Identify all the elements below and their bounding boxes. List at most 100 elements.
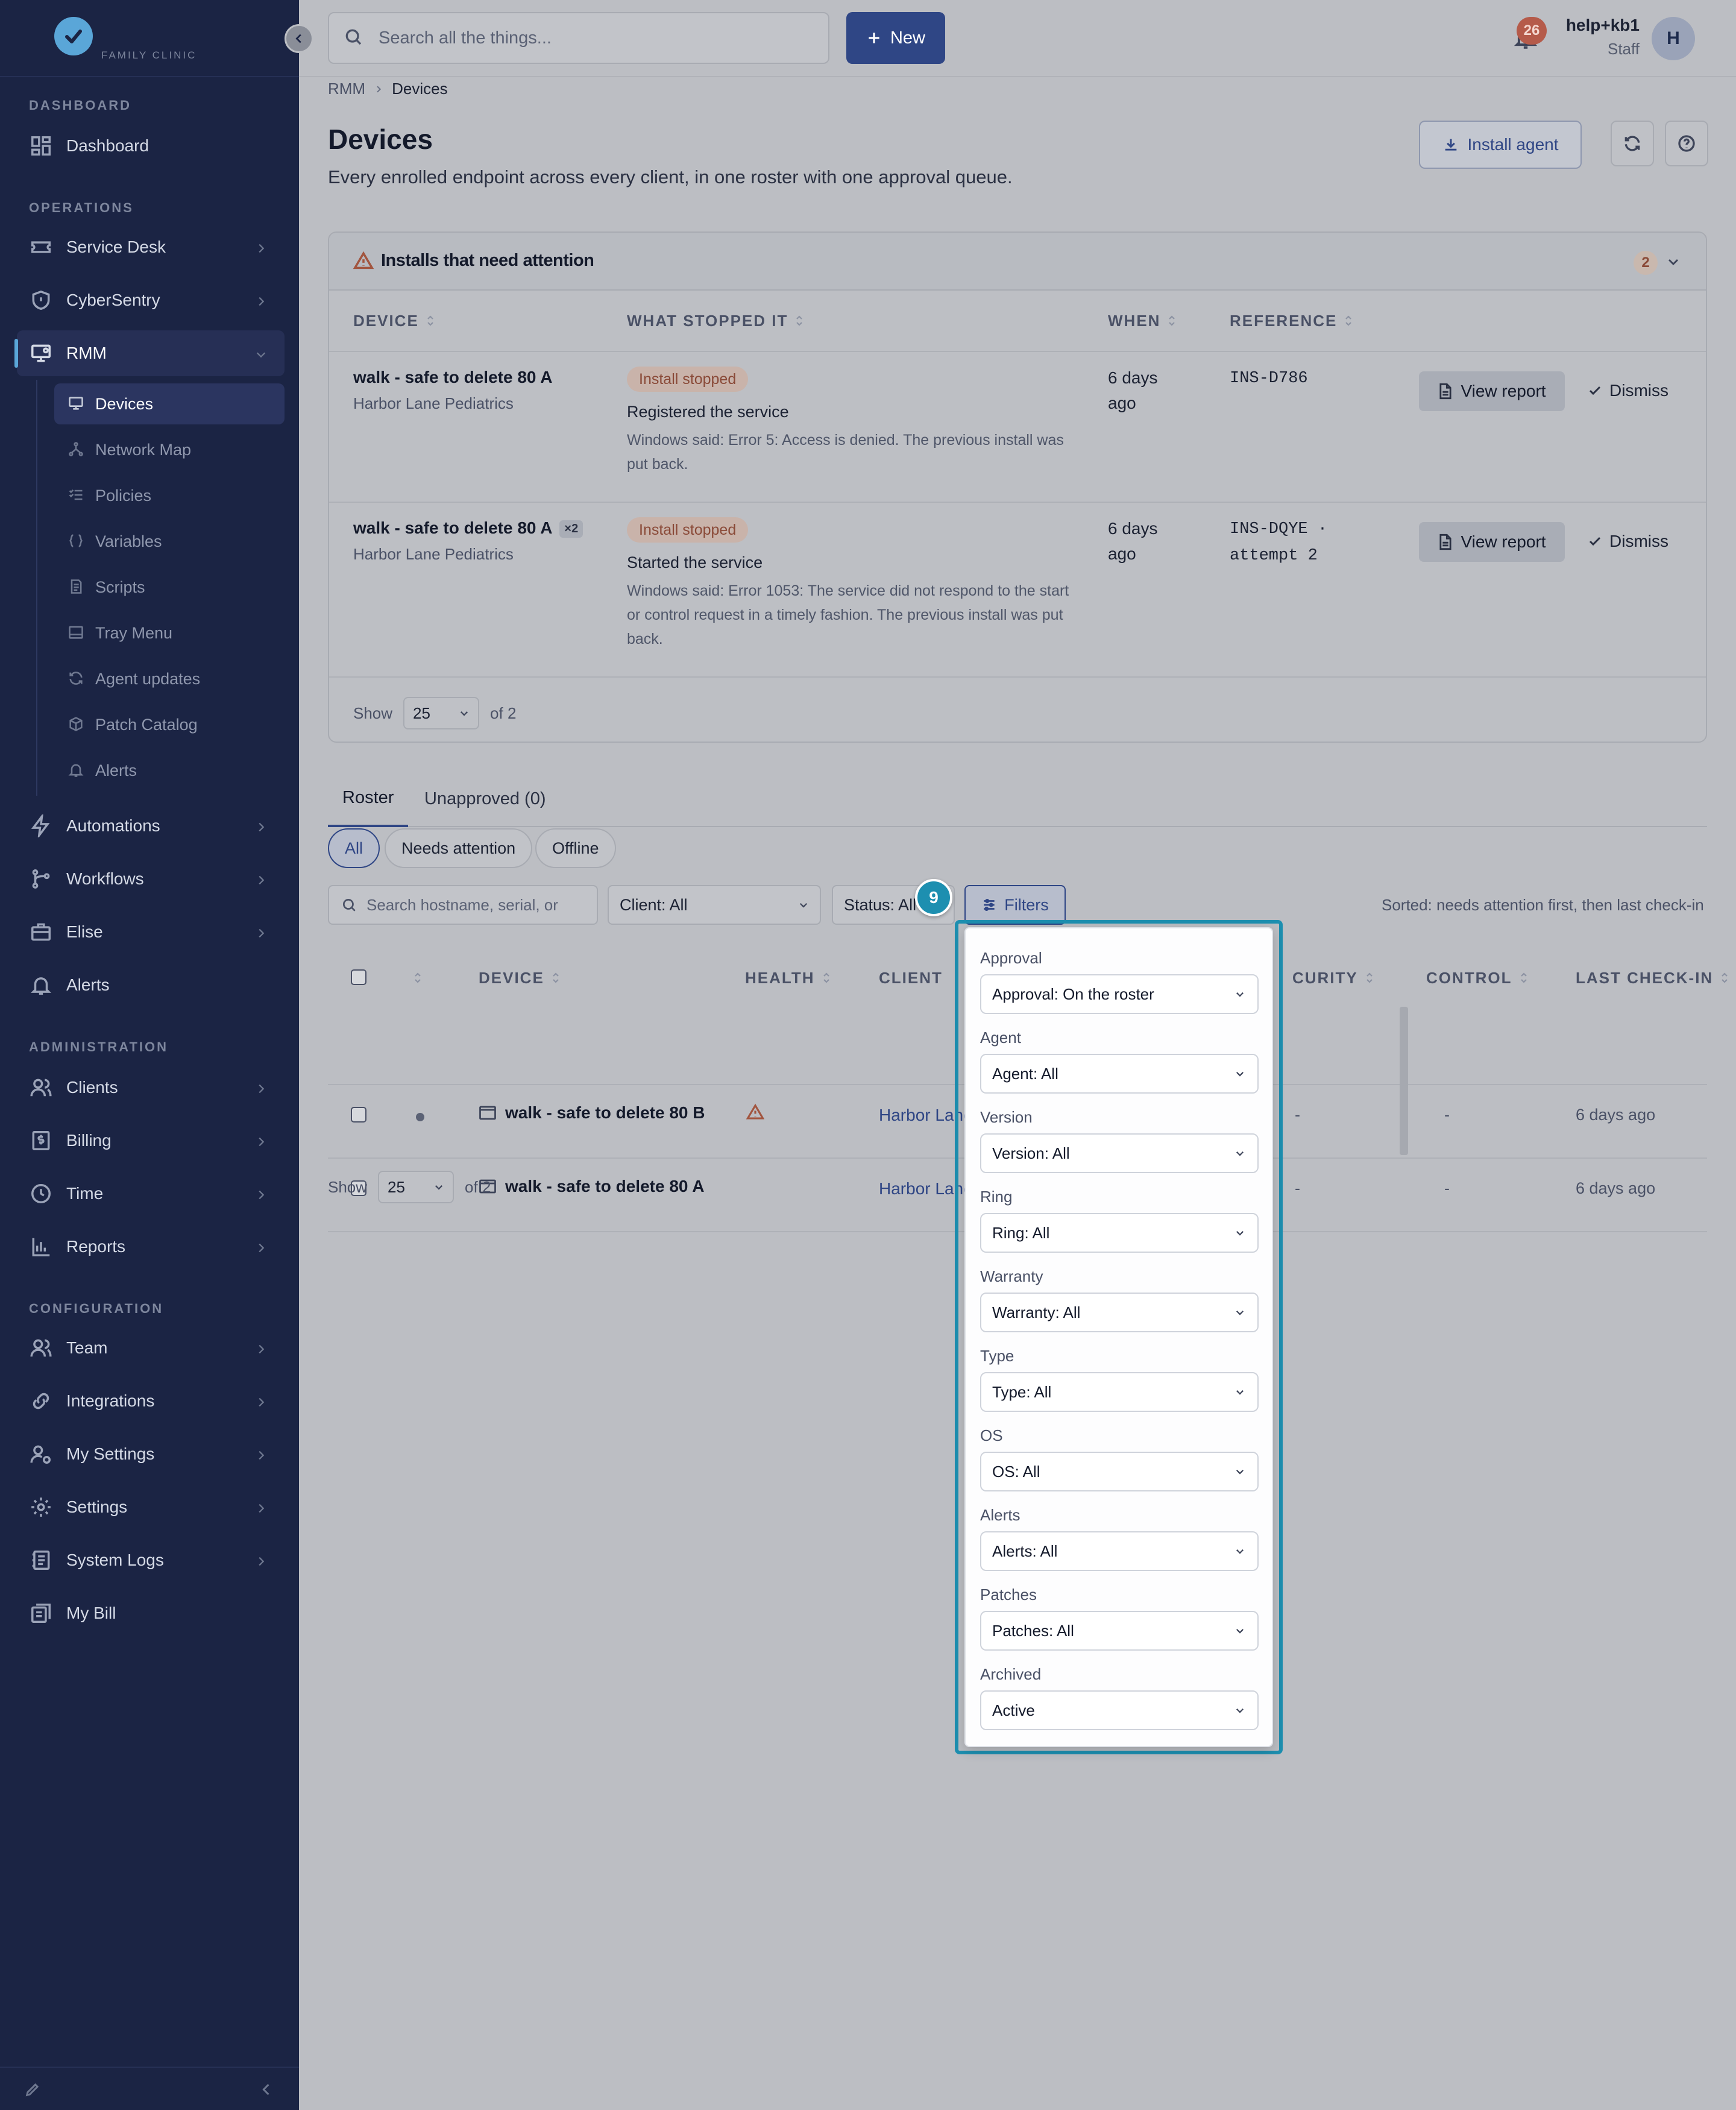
page-size-select[interactable]: 25 <box>378 1171 454 1203</box>
select-all-checkbox[interactable] <box>351 969 366 985</box>
dismiss-button[interactable]: Dismiss <box>1588 381 1668 400</box>
type-select[interactable]: Type: All <box>980 1372 1259 1412</box>
sidebar-item-system-logs[interactable]: System Logs <box>17 1537 285 1583</box>
sidebar-item-workflows[interactable]: Workflows <box>17 856 285 902</box>
sidebar-subitem-alerts[interactable]: Alerts <box>54 750 285 791</box>
sidebar-subitem-devices[interactable]: Devices <box>54 383 285 424</box>
sidebar-toggle-button[interactable] <box>285 24 313 53</box>
sidebar-item-rmm[interactable]: RMM <box>14 330 285 376</box>
sidebar: FAMILY CLINIC DASHBOARD Dashboard OPERAT… <box>0 0 299 2110</box>
device-name[interactable]: walk - safe to delete 80 A ×2 <box>353 518 583 538</box>
column-header-last-checkin[interactable]: LAST CHECK-IN <box>1576 949 1730 1007</box>
sidebar-subitem-tray-menu[interactable]: Tray Menu <box>54 613 285 653</box>
collapse-sidebar-icon[interactable] <box>258 2081 275 2098</box>
global-search[interactable] <box>328 12 829 64</box>
archived-select[interactable]: Active <box>980 1690 1259 1730</box>
health-warning-icon[interactable] <box>746 1103 765 1121</box>
document-icon <box>1439 383 1452 400</box>
sidebar-item-my-settings[interactable]: My Settings <box>17 1431 285 1477</box>
warranty-select[interactable]: Warranty: All <box>980 1293 1259 1332</box>
chevron-right-icon <box>254 240 268 253</box>
sidebar-item-dashboard[interactable]: Dashboard <box>17 123 285 169</box>
approval-select[interactable]: Approval: On the roster <box>980 974 1259 1014</box>
refresh-button[interactable] <box>1611 121 1654 166</box>
sidebar-subitem-policies[interactable]: Policies <box>54 475 285 516</box>
column-header-device[interactable]: DEVICE <box>479 949 561 1007</box>
sidebar-subitem-variables[interactable]: Variables <box>54 521 285 562</box>
sidebar-subitem-patch-catalog[interactable]: Patch Catalog <box>54 704 285 745</box>
filter-chip-all[interactable]: All <box>328 828 380 868</box>
breadcrumb-rmm[interactable]: RMM <box>328 80 365 98</box>
filter-chip-offline[interactable]: Offline <box>535 828 616 868</box>
sidebar-item-elise[interactable]: Elise <box>17 909 285 955</box>
sidebar-subitem-agent-updates[interactable]: Agent updates <box>54 658 285 699</box>
control-value: - <box>1444 1179 1450 1197</box>
new-button[interactable]: New <box>846 12 945 64</box>
install-agent-button[interactable]: Install agent <box>1419 121 1582 169</box>
sort-icon <box>553 972 559 983</box>
sidebar-item-label: My Bill <box>66 1604 116 1622</box>
column-header-what-stopped[interactable]: WHAT STOPPED IT <box>627 293 805 348</box>
tab-roster[interactable]: Roster <box>328 770 409 827</box>
device-name[interactable]: walk - safe to delete 80 A <box>353 368 552 387</box>
sidebar-item-cybersentry[interactable]: CyberSentry <box>17 277 285 323</box>
chevron-right-icon <box>254 1080 268 1094</box>
sidebar-item-automations[interactable]: Automations <box>17 803 285 849</box>
column-header-device[interactable]: DEVICE <box>353 293 436 348</box>
column-header-when[interactable]: WHEN <box>1108 293 1177 348</box>
logo-check-icon[interactable] <box>54 17 93 55</box>
column-header-status[interactable] <box>412 949 423 1007</box>
view-report-button[interactable]: View report <box>1419 371 1565 411</box>
sidebar-subitem-network-map[interactable]: Network Map <box>54 429 285 470</box>
download-icon <box>1445 139 1456 151</box>
view-report-label: View report <box>1461 382 1546 400</box>
alerts-select[interactable]: Alerts: All <box>980 1531 1259 1571</box>
column-header-control[interactable]: CONTROL <box>1426 949 1529 1007</box>
sidebar-item-settings[interactable]: Settings <box>17 1484 285 1530</box>
sidebar-item-alerts[interactable]: Alerts <box>17 962 285 1008</box>
help-button[interactable] <box>1665 121 1708 166</box>
device-link[interactable]: walk - safe to delete 80 B <box>479 1103 705 1123</box>
sidebar-item-integrations[interactable]: Integrations <box>17 1378 285 1424</box>
sidebar-item-team[interactable]: Team <box>17 1325 285 1371</box>
client-filter-select[interactable]: Client: All <box>608 885 821 925</box>
column-header-client[interactable]: CLIENT <box>879 949 943 1007</box>
filters-button[interactable]: Filters <box>964 885 1066 925</box>
sidebar-item-billing[interactable]: Billing <box>17 1118 285 1164</box>
avatar[interactable]: H <box>1652 17 1695 60</box>
user-gear-icon <box>29 1442 53 1466</box>
stopped-detail: Windows said: Error 1053: The service di… <box>627 582 1069 647</box>
device-link[interactable]: walk - safe to delete 80 A <box>479 1177 704 1196</box>
column-header-health[interactable]: HEALTH <box>745 949 832 1007</box>
table-scrollbar[interactable] <box>1400 1007 1408 1155</box>
page-size-select[interactable]: 25 <box>403 697 480 729</box>
os-select[interactable]: OS: All <box>980 1452 1259 1491</box>
global-search-input[interactable] <box>379 28 800 48</box>
sidebar-item-reports[interactable]: Reports <box>17 1224 285 1270</box>
submenu-guide-line <box>36 380 37 796</box>
column-header-security[interactable]: CURITY <box>1292 949 1375 1007</box>
sidebar-subitem-scripts[interactable]: Scripts <box>54 567 285 608</box>
patches-select[interactable]: Patches: All <box>980 1611 1259 1651</box>
script-icon <box>68 578 86 596</box>
chevron-down-icon[interactable] <box>1666 254 1682 270</box>
tab-unapproved[interactable]: Unapproved (0) <box>424 770 546 827</box>
filter-chip-needs-attention[interactable]: Needs attention <box>385 828 533 868</box>
sidebar-item-service-desk[interactable]: Service Desk <box>17 224 285 270</box>
user-name[interactable]: help+kb1 <box>1565 16 1640 35</box>
roster-search-input[interactable] <box>366 895 596 915</box>
roster-search[interactable] <box>328 885 598 925</box>
version-select[interactable]: Version: All <box>980 1133 1259 1173</box>
notification-count-badge[interactable]: 26 <box>1517 17 1547 45</box>
sidebar-item-clients[interactable]: Clients <box>17 1065 285 1110</box>
row-checkbox[interactable] <box>351 1107 366 1123</box>
dismiss-button[interactable]: Dismiss <box>1588 532 1668 551</box>
view-report-button[interactable]: View report <box>1419 522 1565 562</box>
sidebar-item-my-bill[interactable]: My Bill <box>17 1590 285 1636</box>
ring-select[interactable]: Ring: All <box>980 1213 1259 1253</box>
agent-select[interactable]: Agent: All <box>980 1054 1259 1094</box>
sidebar-item-time[interactable]: Time <box>17 1171 285 1217</box>
attention-card-header[interactable]: Installs that need attention 2 <box>329 233 1706 291</box>
column-header-reference[interactable]: REFERENCE <box>1230 293 1354 348</box>
pencil-icon[interactable] <box>24 2081 42 2099</box>
